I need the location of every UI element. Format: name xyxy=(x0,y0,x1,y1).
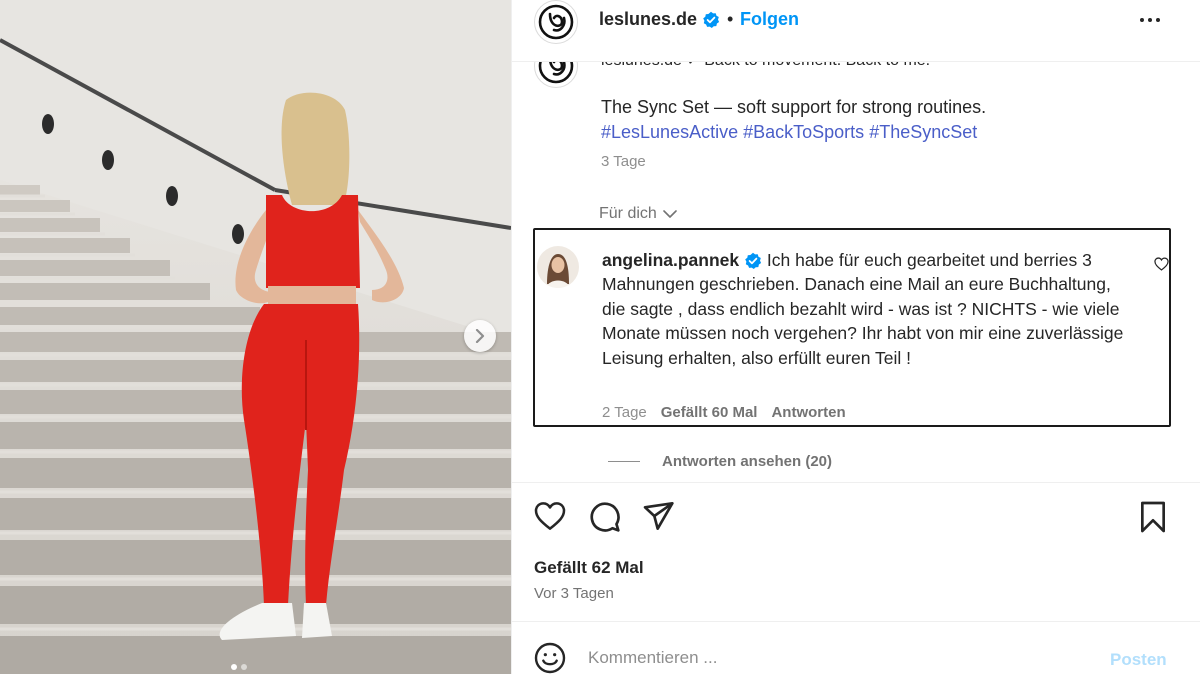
caption-author-avatar[interactable] xyxy=(534,62,578,88)
save-bookmark-icon[interactable] xyxy=(1139,501,1167,533)
comments-scroll-area[interactable]: leslunes.de ✓ Back to movement. Back to … xyxy=(512,62,1200,482)
post-timestamp[interactable]: Vor 3 Tagen xyxy=(534,585,614,602)
post-action-bar xyxy=(512,482,1200,552)
leslunes-logo-icon xyxy=(538,4,574,40)
replies-divider-line xyxy=(608,461,640,462)
post-details-panel: leslunes.de • Folgen The Sync Set — soft… xyxy=(511,0,1200,674)
post-likes-count[interactable]: Gefällt 62 Mal xyxy=(534,558,644,578)
like-heart-icon[interactable] xyxy=(534,501,566,531)
verified-badge-icon xyxy=(745,253,762,270)
emoji-smiley-icon[interactable] xyxy=(534,642,566,674)
comment-timestamp[interactable]: 2 Tage xyxy=(602,404,647,421)
comment-like-heart-icon[interactable] xyxy=(1154,257,1169,271)
commenter-avatar-image xyxy=(537,246,579,288)
post-comment-button[interactable]: Posten xyxy=(1110,650,1167,670)
carousel-indicator xyxy=(231,664,247,670)
post-header: leslunes.de • Folgen xyxy=(512,0,1200,62)
share-paper-plane-icon[interactable] xyxy=(643,501,675,531)
comment-filter-dropdown[interactable]: Für dich xyxy=(599,205,677,223)
hashtag-link[interactable]: #BackToSports xyxy=(743,122,864,142)
reply-button[interactable]: Antworten xyxy=(771,404,845,421)
highlighted-comment: angelina.pannek Ich habe für euch gearbe… xyxy=(533,228,1171,427)
account-avatar[interactable] xyxy=(534,0,578,44)
more-options-icon[interactable] xyxy=(1138,10,1162,30)
commenter-username[interactable]: angelina.pannek xyxy=(602,250,739,270)
carousel-dot-active xyxy=(231,664,237,670)
commenter-avatar[interactable] xyxy=(537,246,579,288)
comment-body: angelina.pannek Ich habe für euch gearbe… xyxy=(602,248,1137,370)
caption-hashtags: #LesLunesActive #BackToSports #TheSyncSe… xyxy=(601,120,977,145)
carousel-next-button[interactable] xyxy=(464,320,496,352)
verified-badge-icon xyxy=(703,12,720,29)
separator-dot: • xyxy=(727,9,734,29)
account-name-text[interactable]: leslunes.de xyxy=(599,9,697,29)
account-name[interactable]: leslunes.de xyxy=(599,9,720,30)
chevron-right-icon xyxy=(475,329,485,343)
hashtag-link[interactable]: #TheSyncSet xyxy=(869,122,977,142)
post-photo[interactable] xyxy=(0,0,511,674)
follow-button[interactable]: Folgen xyxy=(740,9,799,30)
leslunes-logo-icon xyxy=(538,62,574,84)
comment-composer: Posten xyxy=(512,621,1200,674)
comment-filter-label: Für dich xyxy=(599,205,657,222)
stairs-photo-illustration xyxy=(0,0,511,674)
carousel-dot xyxy=(241,664,247,670)
hashtag-link[interactable]: #LesLunesActive xyxy=(601,122,738,142)
view-replies-button[interactable]: Antworten ansehen (20) xyxy=(608,453,832,470)
caption-text: The Sync Set — soft support for strong r… xyxy=(601,97,987,117)
instagram-post-view: leslunes.de • Folgen The Sync Set — soft… xyxy=(0,0,1200,674)
comment-meta: 2 Tage Gefällt 60 Mal Antworten xyxy=(602,404,846,421)
view-replies-label: Antworten ansehen (20) xyxy=(662,453,833,470)
comment-bubble-icon[interactable] xyxy=(589,501,621,533)
comment-likes-count[interactable]: Gefällt 60 Mal xyxy=(661,404,758,421)
caption-timestamp[interactable]: 3 Tage xyxy=(601,153,646,170)
chevron-down-icon xyxy=(662,209,677,218)
comment-input[interactable] xyxy=(588,648,1088,668)
caption-first-line: leslunes.de ✓ Back to movement. Back to … xyxy=(601,62,930,70)
